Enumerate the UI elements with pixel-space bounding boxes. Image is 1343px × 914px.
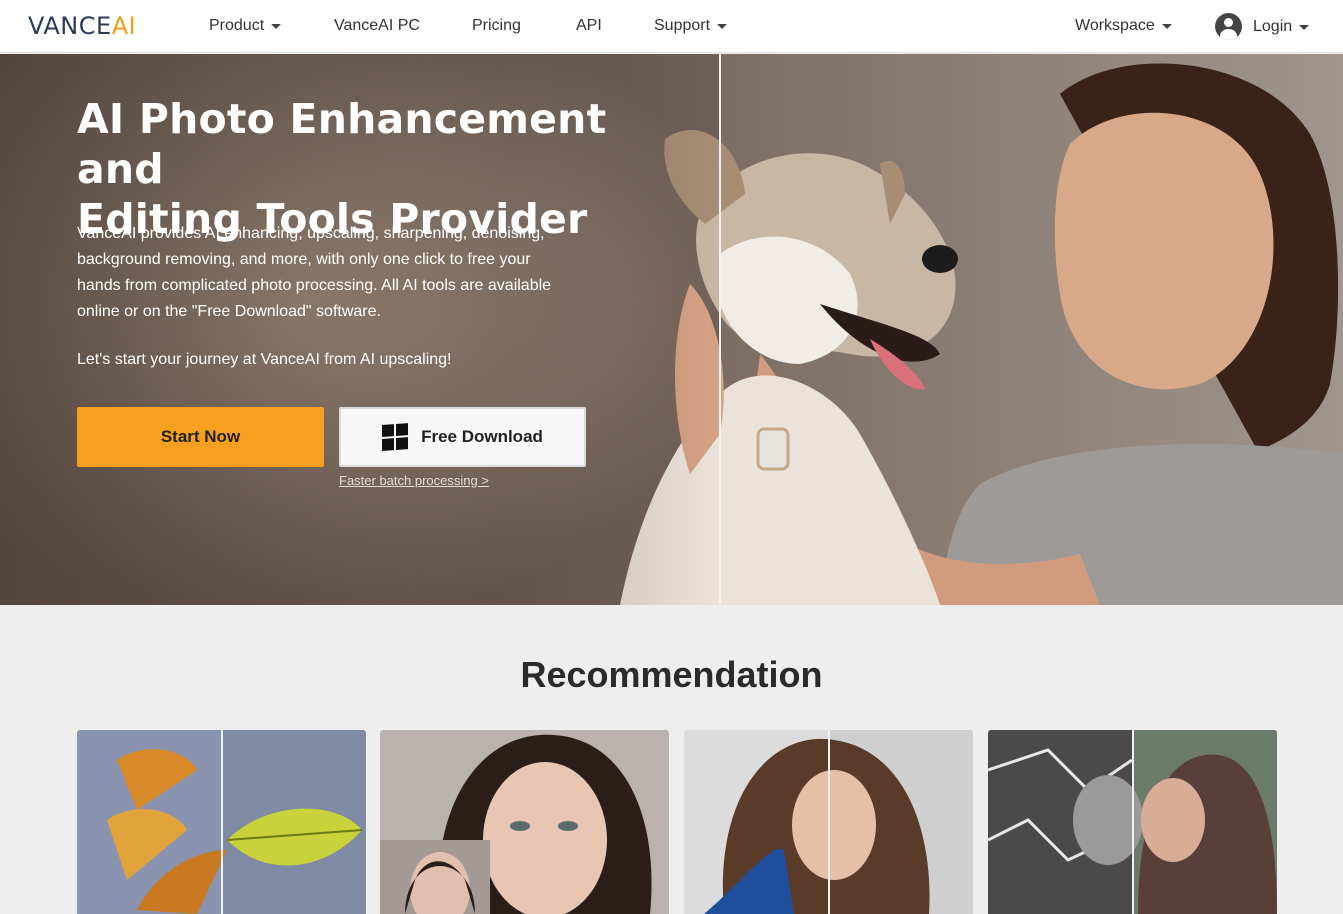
photo-restore-before-after-image xyxy=(988,730,1277,914)
chevron-down-icon xyxy=(1161,24,1172,29)
portrait-enhance-image xyxy=(380,730,669,914)
chevron-down-icon xyxy=(271,24,282,29)
chevron-down-icon xyxy=(1299,24,1310,30)
nav-product-menu[interactable]: Product xyxy=(209,17,282,35)
hero-banner: AI Photo Enhancement and Editing Tools P… xyxy=(0,54,1343,605)
logo-text-ai: AI xyxy=(111,12,137,40)
hero-description: VanceAI provides AI enhancing, upscaling… xyxy=(77,225,552,320)
faster-batch-processing-link[interactable]: Faster batch processing > xyxy=(339,473,489,488)
nav-workspace-menu[interactable]: Workspace xyxy=(1075,17,1172,35)
free-download-button[interactable]: Free Download xyxy=(339,407,586,467)
leaf-before-after-image xyxy=(77,730,366,914)
logo-text-vance: VANCE xyxy=(28,12,112,40)
recommendation-card-portrait[interactable] xyxy=(380,730,669,914)
nav-support-menu[interactable]: Support xyxy=(654,17,728,35)
start-now-label: Start Now xyxy=(160,427,241,446)
recommendation-card-photo-restore[interactable] xyxy=(988,730,1277,914)
hero-subline: Let's start your journey at VanceAI from… xyxy=(77,351,452,368)
nav-login-label: Login xyxy=(1253,17,1293,35)
curly-hair-before-after-image xyxy=(684,730,973,914)
recommendation-heading: Recommendation xyxy=(520,654,823,695)
nav-api-link[interactable]: API xyxy=(576,17,602,35)
hero-title-line1: AI Photo Enhancement and xyxy=(77,95,607,193)
before-after-divider[interactable] xyxy=(719,54,721,605)
chevron-down-icon xyxy=(717,24,728,29)
nav-vanceai-pc-label: VanceAI PC xyxy=(334,17,420,34)
top-navbar: VANCEAI Product VanceAI PC Pricing API S… xyxy=(0,0,1343,53)
nav-login-menu[interactable]: Login xyxy=(1215,13,1310,40)
nav-api-label: API xyxy=(576,17,602,34)
user-avatar-icon xyxy=(1215,13,1242,40)
vanceai-logo[interactable]: VANCEAI xyxy=(28,12,136,40)
nav-support-label: Support xyxy=(654,17,711,34)
nav-product-label: Product xyxy=(209,17,265,34)
nav-pricing-label: Pricing xyxy=(472,17,521,34)
nav-workspace-label: Workspace xyxy=(1075,17,1155,34)
windows-icon xyxy=(382,422,409,452)
nav-vanceai-pc-link[interactable]: VanceAI PC xyxy=(334,17,420,35)
nav-pricing-link[interactable]: Pricing xyxy=(472,17,521,35)
recommendation-card-curly-hair[interactable] xyxy=(684,730,973,914)
recommendation-card-leaf[interactable] xyxy=(77,730,366,914)
free-download-label: Free Download xyxy=(421,427,543,446)
start-now-button[interactable]: Start Now xyxy=(77,407,324,467)
